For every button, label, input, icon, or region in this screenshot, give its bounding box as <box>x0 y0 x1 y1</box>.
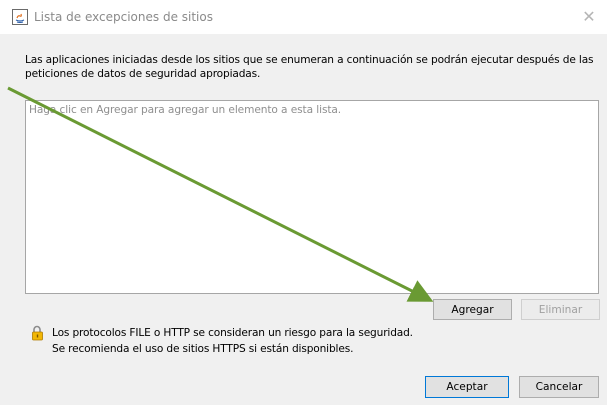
site-exception-dialog: Lista de excepciones de sitios ✕ Las apl… <box>0 0 607 405</box>
site-exception-list[interactable]: Haga clic en Agregar para agregar un ele… <box>25 100 599 294</box>
security-warning-line-1: Los protocolos FILE o HTTP se consideran… <box>52 327 413 339</box>
dialog-content: Las aplicaciones iniciadas desde los sit… <box>0 34 607 405</box>
lock-icon <box>32 325 43 341</box>
description-text: Las aplicaciones iniciadas desde los sit… <box>25 54 594 80</box>
title-bar: Lista de excepciones de sitios ✕ <box>0 0 607 34</box>
window-title: Lista de excepciones de sitios <box>34 10 213 24</box>
close-icon[interactable]: ✕ <box>578 6 600 28</box>
security-warning-line-2: Se recomienda el uso de sitios HTTPS si … <box>52 343 354 355</box>
add-button[interactable]: Agregar <box>433 299 512 320</box>
remove-button[interactable]: Eliminar <box>521 299 600 320</box>
java-icon <box>12 9 28 25</box>
cancel-button[interactable]: Cancelar <box>519 376 599 398</box>
list-placeholder: Haga clic en Agregar para agregar un ele… <box>29 104 342 116</box>
accept-button[interactable]: Aceptar <box>425 376 509 398</box>
